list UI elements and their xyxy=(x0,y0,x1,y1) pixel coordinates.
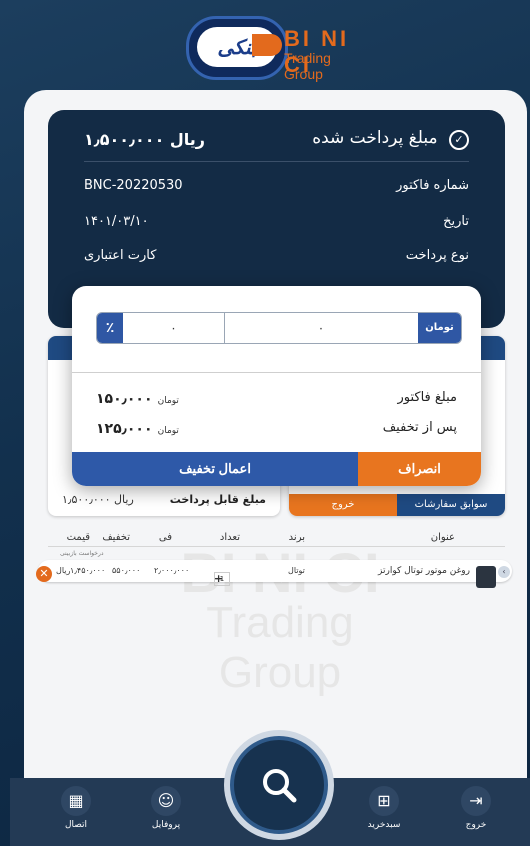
discount-modal: ٪ تومان تومان ۱۵۰٫۰۰۰ مبلغ فاکتور تومان … xyxy=(72,286,481,486)
nav-profile[interactable]: ☺ پروفایل xyxy=(136,786,196,842)
payable-value: ۱٫۵۰۰٫۰۰۰ ریال xyxy=(62,493,134,506)
invoice-date: ۱۴۰۱/۰۳/۱۰ xyxy=(84,214,149,229)
payment-type-label: نوع پرداخت xyxy=(405,248,469,263)
logo-accent xyxy=(252,34,282,56)
col-unit-price: فی xyxy=(158,532,172,543)
qr-code-icon: ▦ xyxy=(61,786,91,816)
review-request-note[interactable]: درخواست بازبینی xyxy=(60,550,104,557)
row-unit-price: ۲٫۰۰۰٫۰۰۰ xyxy=(154,566,190,575)
nav-exit-label: خروج xyxy=(465,820,487,830)
check-circle-icon: ✓ xyxy=(449,130,469,150)
row-title: روغن موتور توتال کوارتز xyxy=(378,566,470,576)
paid-label: مبلغ پرداخت شده xyxy=(312,128,438,148)
row-brand: توتال xyxy=(288,566,305,575)
after-discount-value: ۱۲۵٫۰۰۰ xyxy=(96,421,153,437)
watermark-line2: Trading Group xyxy=(206,598,354,697)
discount-percent-input[interactable] xyxy=(123,313,225,343)
nav-profile-label: پروفایل xyxy=(151,820,181,830)
logout-icon: ⇥ xyxy=(461,786,491,816)
invoice-label: شماره فاکتور xyxy=(396,178,469,193)
basket-icon: ⊞ xyxy=(369,786,399,816)
invoice-amount: تومان ۱۵۰٫۰۰۰ xyxy=(96,388,185,407)
after-discount-unit: تومان xyxy=(157,426,179,436)
user-icon: ☺ xyxy=(151,786,181,816)
paid-amount: ۱٫۵۰۰٫۰۰۰ ریال xyxy=(84,129,206,149)
col-discount: تخفیف xyxy=(102,532,130,543)
after-discount-amount: تومان ۱۲۵٫۰۰۰ xyxy=(96,418,185,437)
nav-exit[interactable]: ⇥ خروج xyxy=(446,786,506,842)
nav-cart-label: سبدخرید xyxy=(367,820,401,830)
col-title: عنوان xyxy=(430,532,455,543)
minus-icon[interactable]: − xyxy=(214,572,223,585)
table-row: ✕ ریال ۱٫۴۵۰٫۰۰۰ ۵۵۰٫۰۰۰ ۲٫۰۰۰٫۰۰۰ + 1 −… xyxy=(36,560,512,588)
exit-button[interactable]: خروج xyxy=(289,494,397,516)
invoice-amount-label: مبلغ فاکتور xyxy=(397,390,457,405)
brand-logo: ﺑﻨﮑﯽ BI NI CI Trading Group xyxy=(186,16,366,82)
row-price: ۱٫۴۵۰٫۰۰۰ xyxy=(70,566,106,575)
cancel-button[interactable]: انصراف xyxy=(358,452,481,486)
nav-cart[interactable]: ⊞ سبدخرید xyxy=(354,786,414,842)
nav-connect[interactable]: ▦ اتصال xyxy=(46,786,106,842)
after-discount-label: پس از تخفیف xyxy=(382,420,457,435)
discount-amount-input[interactable] xyxy=(225,313,417,343)
delete-icon[interactable]: ✕ xyxy=(36,566,52,582)
apply-discount-button[interactable]: اعمال تخفیف xyxy=(72,452,358,486)
divider xyxy=(84,161,469,162)
nav-connect-label: اتصال xyxy=(64,820,88,830)
toman-toggle[interactable]: تومان xyxy=(418,313,461,343)
discount-input-group: ٪ تومان xyxy=(96,312,462,344)
payable-label: مبلغ قابل پرداخت xyxy=(169,493,266,506)
percent-toggle[interactable]: ٪ xyxy=(97,313,123,343)
brand-subtitle: Trading Group xyxy=(284,50,331,82)
invoice-amount-unit: تومان xyxy=(157,396,179,406)
col-price: قیمت xyxy=(66,532,90,543)
payment-type: کارت اعتباری xyxy=(84,248,157,263)
paid-title: مبلغ پرداخت شده ✓ xyxy=(312,128,469,150)
date-label: تاریخ xyxy=(443,214,469,229)
order-history-button[interactable]: سوابق سفارشات xyxy=(397,494,505,516)
search-button[interactable] xyxy=(230,736,328,834)
row-discount: ۵۵۰٫۰۰۰ xyxy=(112,566,141,575)
modal-divider xyxy=(72,372,481,373)
invoice-number: BNC-20220530 xyxy=(84,178,183,193)
invoice-amount-value: ۱۵۰٫۰۰۰ xyxy=(96,391,153,407)
chevron-icon[interactable]: ‹ xyxy=(498,566,510,578)
search-icon xyxy=(263,769,297,803)
row-currency: ریال xyxy=(56,566,71,575)
product-image xyxy=(476,566,496,588)
